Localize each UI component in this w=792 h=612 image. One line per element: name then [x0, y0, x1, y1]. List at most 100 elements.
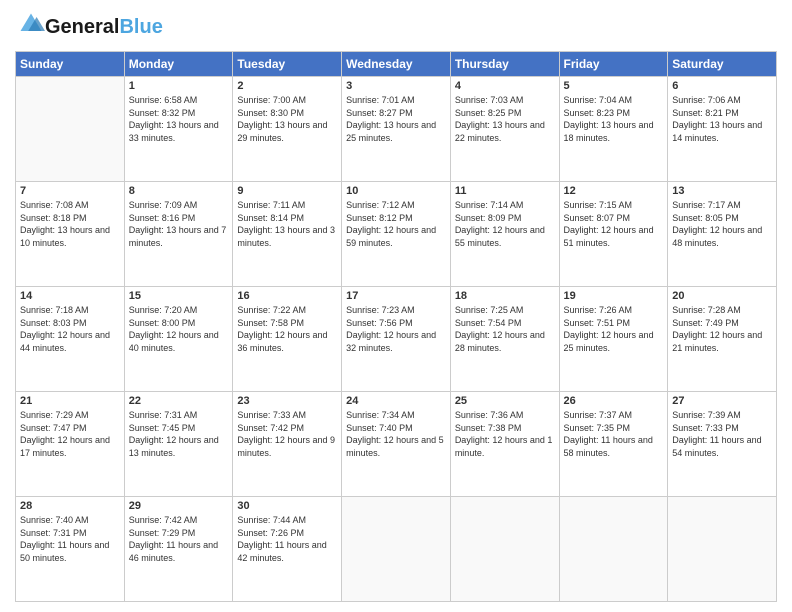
- calendar-cell: 23 Sunrise: 7:33 AMSunset: 7:42 PMDayligh…: [233, 392, 342, 497]
- day-info: Sunrise: 7:17 AMSunset: 8:05 PMDaylight:…: [672, 199, 772, 249]
- calendar-cell: 1 Sunrise: 6:58 AMSunset: 8:32 PMDaylight…: [124, 77, 233, 182]
- day-info: Sunrise: 7:06 AMSunset: 8:21 PMDaylight:…: [672, 94, 772, 144]
- day-number: 4: [455, 80, 555, 92]
- day-info: Sunrise: 7:42 AMSunset: 7:29 PMDaylight:…: [129, 514, 229, 564]
- calendar-cell: 25 Sunrise: 7:36 AMSunset: 7:38 PMDayligh…: [450, 392, 559, 497]
- day-number: 5: [564, 80, 664, 92]
- page: GeneralBlue SundayMondayTuesdayWednesday…: [0, 0, 792, 612]
- day-number: 21: [20, 395, 120, 407]
- day-number: 12: [564, 185, 664, 197]
- day-number: 16: [237, 290, 337, 302]
- day-number: 20: [672, 290, 772, 302]
- calendar-cell: 16 Sunrise: 7:22 AMSunset: 7:58 PMDayligh…: [233, 287, 342, 392]
- day-number: 13: [672, 185, 772, 197]
- logo: GeneralBlue: [15, 10, 163, 43]
- day-number: 6: [672, 80, 772, 92]
- calendar-cell: 19 Sunrise: 7:26 AMSunset: 7:51 PMDayligh…: [559, 287, 668, 392]
- day-info: Sunrise: 7:09 AMSunset: 8:16 PMDaylight:…: [129, 199, 229, 249]
- week-row-0: 1 Sunrise: 6:58 AMSunset: 8:32 PMDaylight…: [16, 77, 777, 182]
- day-number: 18: [455, 290, 555, 302]
- day-number: 17: [346, 290, 446, 302]
- day-number: 29: [129, 500, 229, 512]
- calendar-cell: 12 Sunrise: 7:15 AMSunset: 8:07 PMDayligh…: [559, 182, 668, 287]
- calendar-cell: 30Sunrise: 7:44 AMSunset: 7:26 PMDayligh…: [233, 497, 342, 602]
- day-number: 19: [564, 290, 664, 302]
- day-info: Sunrise: 7:04 AMSunset: 8:23 PMDaylight:…: [564, 94, 664, 144]
- day-number: 15: [129, 290, 229, 302]
- day-number: 24: [346, 395, 446, 407]
- calendar-cell: 22 Sunrise: 7:31 AMSunset: 7:45 PMDayligh…: [124, 392, 233, 497]
- calendar-cell: [668, 497, 777, 602]
- calendar-cell: 28Sunrise: 7:40 AMSunset: 7:31 PMDayligh…: [16, 497, 125, 602]
- day-info: Sunrise: 7:18 AMSunset: 8:03 PMDaylight:…: [20, 304, 120, 354]
- day-number: 22: [129, 395, 229, 407]
- day-info: Sunrise: 7:34 AMSunset: 7:40 PMDaylight:…: [346, 409, 446, 459]
- day-info: Sunrise: 7:39 AMSunset: 7:33 PMDaylight:…: [672, 409, 772, 459]
- day-number: 27: [672, 395, 772, 407]
- day-number: 3: [346, 80, 446, 92]
- day-info: Sunrise: 7:31 AMSunset: 7:45 PMDaylight:…: [129, 409, 229, 459]
- week-row-1: 7Sunrise: 7:08 AMSunset: 8:18 PMDaylight…: [16, 182, 777, 287]
- calendar-cell: 11 Sunrise: 7:14 AMSunset: 8:09 PMDayligh…: [450, 182, 559, 287]
- weekday-header-thursday: Thursday: [450, 52, 559, 77]
- day-number: 25: [455, 395, 555, 407]
- weekday-header-monday: Monday: [124, 52, 233, 77]
- day-info: Sunrise: 7:36 AMSunset: 7:38 PMDaylight:…: [455, 409, 555, 459]
- calendar-cell: 6 Sunrise: 7:06 AMSunset: 8:21 PMDaylight…: [668, 77, 777, 182]
- weekday-header-tuesday: Tuesday: [233, 52, 342, 77]
- week-row-3: 21 Sunrise: 7:29 AMSunset: 7:47 PMDayligh…: [16, 392, 777, 497]
- day-info: Sunrise: 7:14 AMSunset: 8:09 PMDaylight:…: [455, 199, 555, 249]
- calendar-cell: 3 Sunrise: 7:01 AMSunset: 8:27 PMDaylight…: [342, 77, 451, 182]
- calendar-cell: 14Sunrise: 7:18 AMSunset: 8:03 PMDayligh…: [16, 287, 125, 392]
- calendar-cell: 20 Sunrise: 7:28 AMSunset: 7:49 PMDayligh…: [668, 287, 777, 392]
- calendar-cell: 4 Sunrise: 7:03 AMSunset: 8:25 PMDaylight…: [450, 77, 559, 182]
- calendar-cell: 15 Sunrise: 7:20 AMSunset: 8:00 PMDayligh…: [124, 287, 233, 392]
- weekday-header-sunday: Sunday: [16, 52, 125, 77]
- calendar-cell: 24 Sunrise: 7:34 AMSunset: 7:40 PMDayligh…: [342, 392, 451, 497]
- day-number: 26: [564, 395, 664, 407]
- day-info: Sunrise: 7:22 AMSunset: 7:58 PMDaylight:…: [237, 304, 337, 354]
- day-info: Sunrise: 7:29 AMSunset: 7:47 PMDaylight:…: [20, 409, 120, 459]
- day-info: Sunrise: 7:00 AMSunset: 8:30 PMDaylight:…: [237, 94, 337, 144]
- day-info: Sunrise: 7:26 AMSunset: 7:51 PMDaylight:…: [564, 304, 664, 354]
- calendar-cell: 8Sunrise: 7:09 AMSunset: 8:16 PMDaylight…: [124, 182, 233, 287]
- day-info: Sunrise: 7:01 AMSunset: 8:27 PMDaylight:…: [346, 94, 446, 144]
- week-row-4: 28Sunrise: 7:40 AMSunset: 7:31 PMDayligh…: [16, 497, 777, 602]
- logo-text: GeneralBlue: [45, 16, 163, 38]
- day-number: 11: [455, 185, 555, 197]
- calendar-cell: 27 Sunrise: 7:39 AMSunset: 7:33 PMDayligh…: [668, 392, 777, 497]
- calendar-cell: 18 Sunrise: 7:25 AMSunset: 7:54 PMDayligh…: [450, 287, 559, 392]
- calendar-cell: 7Sunrise: 7:08 AMSunset: 8:18 PMDaylight…: [16, 182, 125, 287]
- weekday-header-row: SundayMondayTuesdayWednesdayThursdayFrid…: [16, 52, 777, 77]
- day-number: 10: [346, 185, 446, 197]
- day-info: Sunrise: 7:03 AMSunset: 8:25 PMDaylight:…: [455, 94, 555, 144]
- day-info: Sunrise: 7:15 AMSunset: 8:07 PMDaylight:…: [564, 199, 664, 249]
- calendar-cell: 13 Sunrise: 7:17 AMSunset: 8:05 PMDayligh…: [668, 182, 777, 287]
- day-number: 1: [129, 80, 229, 92]
- day-info: Sunrise: 6:58 AMSunset: 8:32 PMDaylight:…: [129, 94, 229, 144]
- day-number: 2: [237, 80, 337, 92]
- day-info: Sunrise: 7:33 AMSunset: 7:42 PMDaylight:…: [237, 409, 337, 459]
- calendar-cell: 21 Sunrise: 7:29 AMSunset: 7:47 PMDayligh…: [16, 392, 125, 497]
- day-info: Sunrise: 7:12 AMSunset: 8:12 PMDaylight:…: [346, 199, 446, 249]
- calendar-cell: [16, 77, 125, 182]
- day-number: 9: [237, 185, 337, 197]
- calendar-cell: 5 Sunrise: 7:04 AMSunset: 8:23 PMDaylight…: [559, 77, 668, 182]
- day-info: Sunrise: 7:40 AMSunset: 7:31 PMDaylight:…: [20, 514, 120, 564]
- day-number: 30: [237, 500, 337, 512]
- day-info: Sunrise: 7:11 AMSunset: 8:14 PMDaylight:…: [237, 199, 337, 249]
- day-number: 7: [20, 185, 120, 197]
- calendar-cell: 9 Sunrise: 7:11 AMSunset: 8:14 PMDaylight…: [233, 182, 342, 287]
- day-info: Sunrise: 7:28 AMSunset: 7:49 PMDaylight:…: [672, 304, 772, 354]
- day-info: Sunrise: 7:20 AMSunset: 8:00 PMDaylight:…: [129, 304, 229, 354]
- day-number: 23: [237, 395, 337, 407]
- calendar-cell: [450, 497, 559, 602]
- weekday-header-saturday: Saturday: [668, 52, 777, 77]
- calendar-cell: [559, 497, 668, 602]
- calendar-cell: 2 Sunrise: 7:00 AMSunset: 8:30 PMDaylight…: [233, 77, 342, 182]
- logo-icon: [17, 10, 45, 38]
- day-info: Sunrise: 7:25 AMSunset: 7:54 PMDaylight:…: [455, 304, 555, 354]
- calendar-cell: 26 Sunrise: 7:37 AMSunset: 7:35 PMDayligh…: [559, 392, 668, 497]
- weekday-header-friday: Friday: [559, 52, 668, 77]
- day-info: Sunrise: 7:37 AMSunset: 7:35 PMDaylight:…: [564, 409, 664, 459]
